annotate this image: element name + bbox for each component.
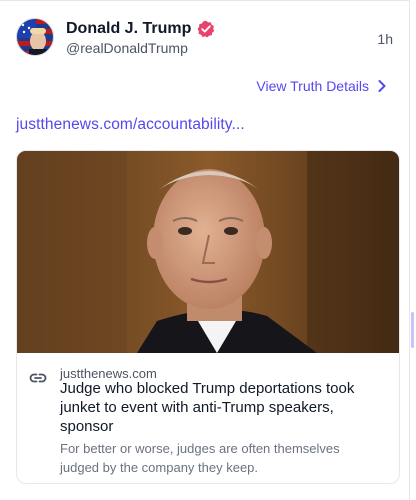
scrollbar-thumb[interactable]	[411, 312, 414, 348]
card-body: justthenews.com Judge who blocked Trump …	[17, 353, 399, 483]
card-description: For better or worse, judges are often th…	[60, 441, 340, 475]
truth-post: Donald J. Trump @realDonaldTrump 1h View…	[0, 0, 410, 500]
view-truth-details-link[interactable]: View Truth Details	[256, 78, 387, 94]
post-link[interactable]: justthenews.com/accountability...	[16, 116, 245, 134]
article-photo[interactable]	[17, 151, 399, 353]
author-display-name[interactable]: Donald J. Trump	[66, 20, 191, 38]
card-title: Judge who blocked Trump deportations too…	[60, 380, 355, 435]
avatar[interactable]	[16, 18, 54, 56]
author-name-row: Donald J. Trump	[66, 20, 215, 38]
link-icon	[29, 369, 47, 387]
top-divider	[0, 0, 410, 1]
post-timestamp[interactable]: 1h	[377, 31, 393, 47]
link-preview-card[interactable]: justthenews.com Judge who blocked Trump …	[16, 150, 400, 484]
verified-badge-icon	[197, 20, 215, 38]
author-handle[interactable]: @realDonaldTrump	[66, 40, 188, 56]
chevron-right-icon	[377, 79, 387, 93]
view-truth-details-label: View Truth Details	[256, 78, 369, 94]
